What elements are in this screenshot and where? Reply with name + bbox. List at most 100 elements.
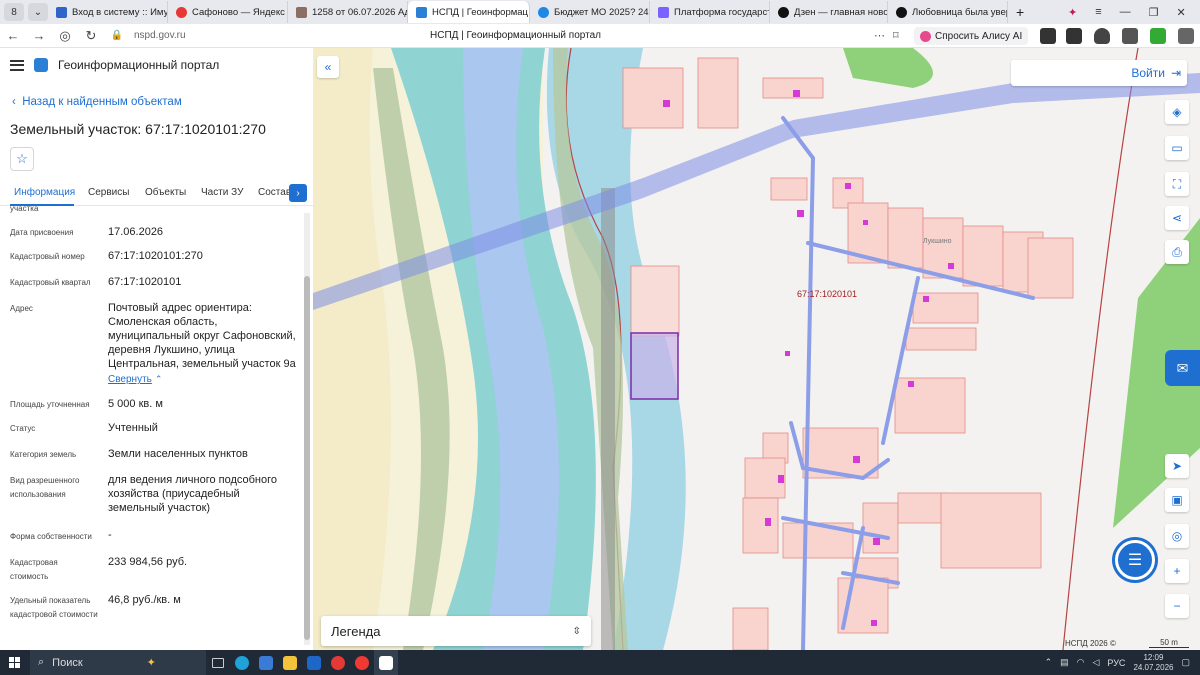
chevron-left-icon: ‹ <box>12 96 16 108</box>
building-marker <box>863 220 868 225</box>
back-to-results-link[interactable]: ‹ Назад к найденным объектам <box>12 96 182 108</box>
object-info-panel: Геоинформационный портал ‹ Назад к найде… <box>0 48 313 650</box>
browser-tab[interactable]: Дзен — главная новост <box>770 1 888 23</box>
favorite-star-button[interactable]: ☆ <box>10 147 34 171</box>
edge-icon[interactable] <box>230 650 254 675</box>
hamburger-menu-icon[interactable] <box>10 59 24 71</box>
property-label: Категория земель <box>10 450 77 459</box>
minimize-icon[interactable]: — <box>1120 6 1131 18</box>
land-parcel <box>622 67 684 129</box>
tray-chevron-icon[interactable]: ⌃ <box>1045 657 1053 668</box>
browser-tab-strip: 8 ⌄ Вход в систему :: Имущ Сафоново — Ян… <box>0 0 1200 24</box>
browser-tab[interactable]: Вход в систему :: Имущ <box>48 1 168 23</box>
select-area-button[interactable]: ⛶ <box>1165 172 1189 196</box>
tab-parcel-parts[interactable]: Части ЗУ <box>201 187 243 198</box>
tabs-scroll-right-icon[interactable]: › <box>289 184 307 202</box>
wifi-icon[interactable]: ◠ <box>1077 657 1085 668</box>
tab-information[interactable]: Информация <box>14 187 75 198</box>
property-value: 5 000 кв. м <box>108 398 163 410</box>
reload-icon[interactable]: ↻ <box>78 28 104 44</box>
volume-icon[interactable]: ◁ <box>1092 657 1099 668</box>
extension-icon[interactable] <box>1094 28 1110 44</box>
yandex-icon[interactable] <box>326 650 350 675</box>
protect-icon[interactable]: ✦ <box>1068 6 1077 19</box>
outlook-icon[interactable] <box>302 650 326 675</box>
tab-services[interactable]: Сервисы <box>88 187 129 198</box>
shield-icon[interactable]: ◎ <box>52 28 78 44</box>
collapse-panel-button[interactable]: « <box>317 56 339 78</box>
browser-tab[interactable]: 1258 от 06.07.2026 Адм <box>288 1 408 23</box>
select-area-icon: ⛶ <box>1172 176 1182 191</box>
url-field[interactable]: nspd.gov.ru <box>134 30 186 41</box>
forward-arrow-icon[interactable]: → <box>26 28 52 43</box>
building-marker <box>765 518 771 526</box>
land-parcel <box>905 327 977 351</box>
extension-icon[interactable] <box>1150 28 1166 44</box>
notifications-icon[interactable]: ▢ <box>1181 657 1190 668</box>
extension-icon[interactable] <box>1040 28 1056 44</box>
object-title: Земельный участок: 67:17:1020101:270 <box>10 121 266 137</box>
windows-start-icon[interactable] <box>0 656 30 669</box>
download-icon[interactable] <box>1178 28 1194 44</box>
browser-tab-active[interactable]: НСПД | Геоинформац✕ <box>408 1 530 23</box>
print-icon: ⎙ <box>1172 244 1182 259</box>
network-icon[interactable]: ▤ <box>1060 657 1069 668</box>
bookmark-icon[interactable]: ⌑ <box>893 29 899 42</box>
language-indicator[interactable]: РУС <box>1107 658 1125 668</box>
browser-tab[interactable]: Бюджет МО 2025? 24,2 <box>530 1 650 23</box>
extension-icon[interactable] <box>1122 28 1138 44</box>
star-icon: ☆ <box>16 151 28 166</box>
layers-button[interactable]: ◈ <box>1165 100 1189 124</box>
land-parcel <box>887 207 924 269</box>
property-label: Статус <box>10 424 36 433</box>
extension-icon[interactable] <box>1066 28 1082 44</box>
tab-objects[interactable]: Объекты <box>145 187 186 198</box>
tab-composition[interactable]: Состав <box>258 187 291 198</box>
clock[interactable]: 12:09 24.07.2026 <box>1133 653 1173 673</box>
legend-dropdown[interactable]: Легенда ⇳ <box>321 616 591 646</box>
zoom-in-button[interactable]: + <box>1165 559 1189 583</box>
store-icon[interactable] <box>254 650 278 675</box>
locate-button[interactable]: ◎ <box>1165 524 1189 548</box>
browser-tab[interactable]: Платформа государств <box>650 1 770 23</box>
ask-alice-button[interactable]: Спросить Алису AI <box>914 27 1029 45</box>
collapse-link[interactable]: Свернуть ⌃ <box>108 372 298 387</box>
login-button[interactable]: Войти ⇥ <box>1011 60 1187 86</box>
assistant-chat-button[interactable]: ☰ <box>1115 540 1155 580</box>
tab-list-chevron-icon[interactable]: ⌄ <box>28 3 48 21</box>
help-chat-button[interactable]: ✉ <box>1165 350 1200 386</box>
property-value: - <box>108 529 112 541</box>
building-marker <box>778 475 784 483</box>
task-view-icon[interactable] <box>206 650 230 675</box>
navigate-button[interactable]: ➤ <box>1165 454 1189 478</box>
map-view[interactable]: 67:17:1020101 Лукшино « Войти ⇥ ◈ ▭ ⛶ ⋖ ⎙… <box>313 48 1200 650</box>
yandex-app-icon[interactable] <box>374 650 398 675</box>
back-arrow-icon[interactable]: ← <box>0 28 26 43</box>
property-label: Удельный показатель кадастровой стоимост… <box>10 596 98 619</box>
minimap-button[interactable]: ▣ <box>1165 488 1189 512</box>
tab-favicon-icon <box>658 6 669 18</box>
new-tab-icon[interactable]: + <box>1008 1 1032 23</box>
selected-parcel[interactable] <box>630 332 679 400</box>
print-button[interactable]: ⎙ <box>1165 240 1189 264</box>
more-icon[interactable]: ⋯ <box>874 29 885 42</box>
taskbar-search[interactable]: ⌕ Поиск ✦ <box>30 650 206 675</box>
ruler-button[interactable]: ▭ <box>1165 136 1189 160</box>
restore-icon[interactable]: ❐ <box>1149 6 1159 19</box>
close-window-icon[interactable]: ✕ <box>1177 6 1186 19</box>
property-label: Вид разрешенного использования <box>10 476 80 499</box>
zoom-out-button[interactable]: − <box>1165 594 1189 618</box>
land-parcel <box>697 57 739 129</box>
tab-favicon-icon <box>896 6 907 18</box>
browser-tab[interactable]: Сафоново — Яндекс Кар <box>168 1 288 23</box>
panel-scrollbar-thumb[interactable] <box>304 276 310 640</box>
browser-tab[interactable]: Любовница была увере <box>888 1 1008 23</box>
yandex-browser-icon[interactable] <box>350 650 374 675</box>
share-button[interactable]: ⋖ <box>1165 206 1189 230</box>
file-explorer-icon[interactable] <box>278 650 302 675</box>
map-canvas[interactable] <box>313 48 1200 650</box>
menu-icon[interactable]: ≡ <box>1095 6 1101 18</box>
tab-count-button[interactable]: 8 <box>4 3 24 21</box>
building-marker <box>845 183 851 189</box>
building-marker <box>853 456 860 463</box>
